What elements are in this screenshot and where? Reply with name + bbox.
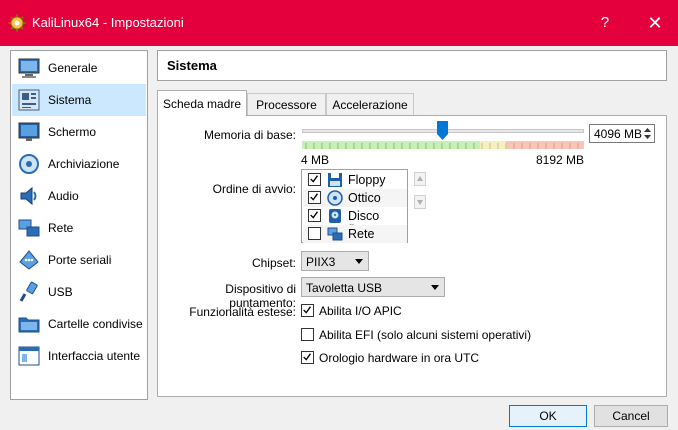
sidebar-item-rete[interactable]: Rete bbox=[12, 212, 146, 244]
apic-label: Abilita I/O APIC bbox=[319, 304, 402, 318]
network-icon bbox=[18, 219, 40, 237]
pointing-device-value: Tavoletta USB bbox=[306, 281, 383, 295]
list-item[interactable]: Floppy bbox=[303, 171, 407, 189]
display-icon bbox=[18, 122, 40, 141]
chevron-down-icon bbox=[431, 285, 439, 290]
tab-label: Scheda madre bbox=[162, 97, 242, 111]
memory-stepper[interactable]: 4096 MB bbox=[589, 124, 655, 143]
chipset-label: Chipset: bbox=[251, 256, 296, 270]
tab-accelerazione[interactable]: Accelerazione bbox=[326, 93, 414, 115]
sidebar-item-usb[interactable]: USB bbox=[12, 276, 146, 308]
memory-min-label: 4 MB bbox=[301, 153, 330, 167]
sidebar-item-label: Rete bbox=[48, 221, 74, 235]
memory-max-label: 8192 MB bbox=[535, 153, 584, 167]
sidebar-item-interfaccia-utente[interactable]: Interfaccia utente bbox=[12, 340, 146, 372]
chipset-value: PIIX3 bbox=[306, 255, 336, 269]
stepper-arrows-icon[interactable] bbox=[642, 126, 653, 141]
memory-value: 4096 MB bbox=[594, 127, 643, 141]
list-item[interactable]: Disco fisso bbox=[303, 207, 407, 237]
sidebar-item-label: Archiviazione bbox=[48, 157, 120, 171]
sidebar-item-label: Porte seriali bbox=[48, 253, 112, 267]
sidebar-item-archiviazione[interactable]: Archiviazione bbox=[12, 148, 146, 180]
boot-item-label: Floppy bbox=[348, 173, 386, 187]
list-item[interactable]: Rete bbox=[303, 225, 407, 243]
list-item[interactable]: Ottico bbox=[303, 189, 407, 207]
memory-label: Memoria di base: bbox=[203, 128, 296, 142]
cancel-button[interactable]: Cancel bbox=[594, 405, 668, 427]
sidebar-item-audio[interactable]: Audio bbox=[12, 180, 146, 212]
memory-slider-thumb[interactable] bbox=[436, 121, 448, 140]
move-down-icon[interactable] bbox=[414, 195, 426, 209]
page-header: Sistema bbox=[157, 50, 667, 81]
network-icon bbox=[327, 227, 343, 241]
window-icon bbox=[18, 346, 40, 366]
sidebar-item-label: Interfaccia utente bbox=[48, 349, 141, 363]
tab-label: Processore bbox=[256, 98, 317, 112]
floppy-icon bbox=[328, 173, 342, 187]
sidebar-item-label: Sistema bbox=[48, 93, 92, 107]
checkbox[interactable] bbox=[308, 209, 321, 222]
tab-scheda-madre[interactable]: Scheda madre bbox=[157, 90, 247, 116]
close-button[interactable]: ✕ bbox=[632, 8, 678, 38]
checkbox[interactable] bbox=[301, 328, 314, 341]
move-up-icon[interactable] bbox=[414, 172, 426, 186]
title-bar: KaliLinux64 - Impostazioni ? ✕ bbox=[0, 0, 678, 46]
help-button[interactable]: ? bbox=[582, 8, 628, 38]
boot-order-list: Floppy Ottico Disco fisso Rete bbox=[301, 169, 408, 243]
sidebar-item-label: Cartelle condivise bbox=[48, 317, 143, 331]
window-title: KaliLinux64 - Impostazioni bbox=[32, 15, 184, 30]
efi-label: Abilita EFI (solo alcuni sistemi operati… bbox=[319, 328, 532, 342]
folder-icon bbox=[18, 317, 40, 333]
settings-sidebar: Generale Sistema Schermo Archiviazione A… bbox=[10, 50, 148, 400]
chevron-down-icon bbox=[355, 259, 363, 264]
hard-disk-icon bbox=[329, 209, 341, 223]
gear-icon bbox=[8, 14, 26, 32]
motherboard-icon bbox=[18, 89, 40, 111]
page-title: Sistema bbox=[167, 58, 217, 73]
sidebar-item-label: Schermo bbox=[48, 125, 97, 139]
sidebar-item-sistema[interactable]: Sistema bbox=[12, 84, 146, 116]
sidebar-item-cartelle-condivise[interactable]: Cartelle condivise bbox=[12, 308, 146, 340]
tab-label: Accelerazione bbox=[332, 98, 408, 112]
extended-features-label: Funzionalità estese: bbox=[189, 305, 296, 319]
checkbox[interactable] bbox=[308, 191, 321, 204]
checkbox[interactable] bbox=[308, 173, 321, 186]
boot-order-label: Ordine di avvio: bbox=[212, 182, 296, 196]
utc-clock-label: Orologio hardware in ora UTC bbox=[319, 351, 480, 365]
monitor-icon bbox=[18, 58, 40, 78]
usb-icon bbox=[19, 281, 38, 302]
pointing-device-select[interactable]: Tavoletta USB bbox=[301, 277, 445, 297]
speaker-icon bbox=[20, 186, 37, 206]
boot-item-label: Ottico bbox=[348, 191, 381, 205]
serial-port-icon bbox=[19, 250, 39, 270]
memory-scale-bar bbox=[302, 141, 584, 149]
chipset-select[interactable]: PIIX3 bbox=[301, 251, 369, 271]
sidebar-item-label: USB bbox=[48, 285, 73, 299]
ok-button[interactable]: OK bbox=[509, 405, 587, 427]
boot-item-label: Rete bbox=[348, 227, 375, 241]
sidebar-item-label: Audio bbox=[48, 189, 79, 203]
optical-disc-icon bbox=[327, 190, 343, 206]
disk-icon bbox=[19, 154, 39, 174]
sidebar-item-porte-seriali[interactable]: Porte seriali bbox=[12, 244, 146, 276]
tab-processore[interactable]: Processore bbox=[247, 93, 326, 115]
sidebar-item-label: Generale bbox=[48, 61, 98, 75]
sidebar-item-generale[interactable]: Generale bbox=[12, 52, 146, 84]
checkbox[interactable] bbox=[301, 304, 314, 317]
sidebar-item-schermo[interactable]: Schermo bbox=[12, 116, 146, 148]
checkbox[interactable] bbox=[301, 351, 314, 364]
checkbox[interactable] bbox=[308, 227, 321, 240]
